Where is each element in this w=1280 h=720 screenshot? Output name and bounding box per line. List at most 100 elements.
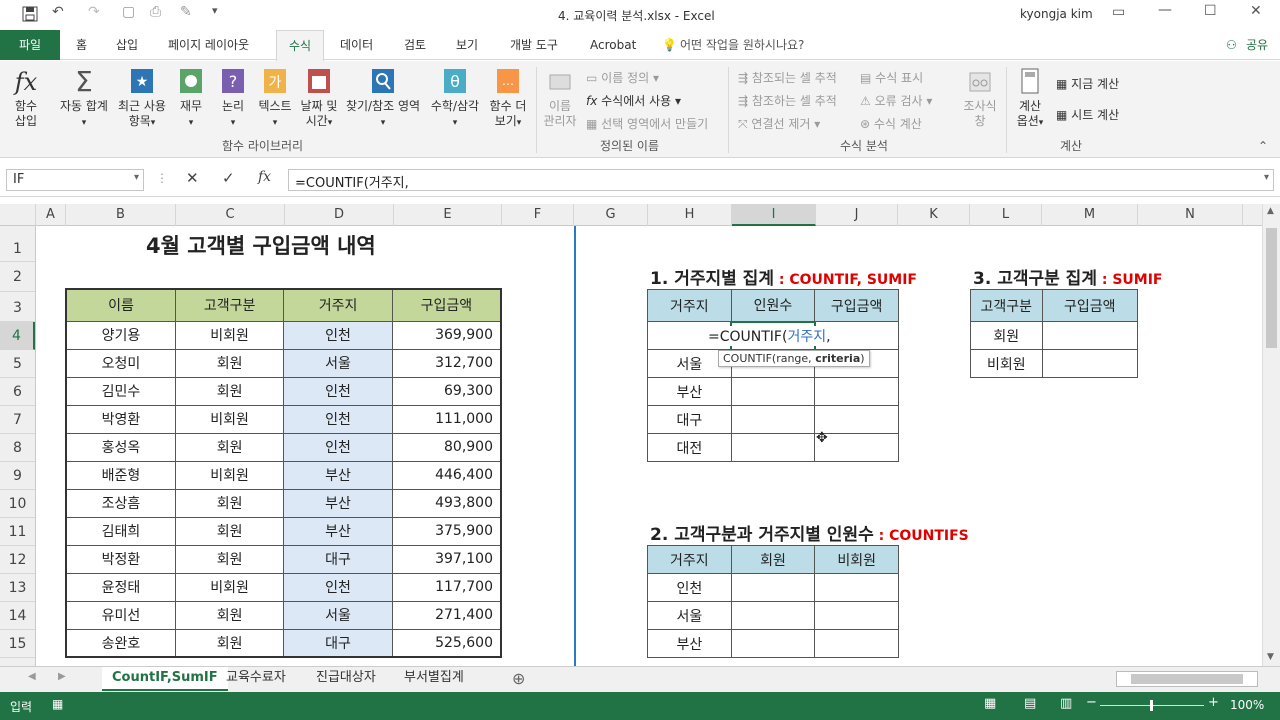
calc-now-button[interactable]: ▦ 지금 계산 xyxy=(1056,75,1119,92)
lookup-button[interactable]: 찾기/참조 영역 ▾ xyxy=(342,67,424,131)
vertical-scrollbar[interactable]: ▲ ▼ xyxy=(1262,204,1280,666)
row-header[interactable]: 4 xyxy=(0,322,35,350)
column-header[interactable]: E xyxy=(394,204,502,226)
save-icon[interactable] xyxy=(22,6,38,26)
table-cell[interactable]: 대전 xyxy=(647,433,732,462)
table-cell[interactable] xyxy=(730,629,816,658)
tab-page-layout[interactable]: 페이지 레이아웃 xyxy=(168,30,249,60)
column-header[interactable]: B xyxy=(66,204,176,226)
column-header[interactable]: K xyxy=(898,204,970,226)
table-cell[interactable]: 부산 xyxy=(283,516,393,546)
calc-options-button[interactable]: 계산 옵션▾ xyxy=(1010,67,1050,131)
evaluate-formula-button[interactable]: ⊛ 수식 계산 xyxy=(860,115,922,132)
table-cell[interactable]: 회원 xyxy=(174,432,285,462)
sheet-tab-department[interactable]: 부서별집계 xyxy=(394,667,474,691)
expand-formula-icon[interactable]: ▾ xyxy=(1264,172,1269,183)
table-cell[interactable]: 대구 xyxy=(283,544,393,574)
calc-sheet-button[interactable]: ▦ 시트 계산 xyxy=(1056,106,1119,123)
row-header[interactable]: 11 xyxy=(0,518,35,546)
table-cell[interactable]: 박영환 xyxy=(65,404,176,434)
column-header[interactable]: M xyxy=(1042,204,1138,226)
table-cell[interactable] xyxy=(730,573,816,602)
maximize-icon[interactable]: ☐ xyxy=(1204,3,1217,19)
tab-insert[interactable]: 삽입 xyxy=(116,30,138,60)
tab-acrobat[interactable]: Acrobat xyxy=(590,30,636,60)
insert-function-button[interactable]: fx 함수 삽입 xyxy=(6,67,46,129)
table-cell[interactable]: 홍성옥 xyxy=(65,432,176,462)
watch-window-button[interactable]: 조사식 창 xyxy=(958,67,1002,129)
chevron-down-icon[interactable]: ▾ xyxy=(134,172,139,183)
sheet-tab-promotion[interactable]: 진급대상자 xyxy=(306,667,386,691)
collapse-ribbon-icon[interactable]: ⌃ xyxy=(1258,139,1268,153)
table-cell[interactable]: 493,800 xyxy=(391,488,502,518)
table-cell[interactable]: 회원 xyxy=(174,348,285,378)
table-cell[interactable]: 인천 xyxy=(647,573,732,602)
edit-icon[interactable]: ✎ xyxy=(180,4,192,20)
formula-input[interactable]: =COUNTIF(거주지, ▾ xyxy=(288,169,1274,191)
table-cell[interactable] xyxy=(814,377,899,406)
close-icon[interactable]: ✕ xyxy=(1250,3,1262,19)
tell-me-box[interactable]: 어떤 작업을 원하시나요? xyxy=(680,30,804,60)
table-cell[interactable] xyxy=(814,573,899,602)
column-header[interactable]: F xyxy=(502,204,574,226)
column-header[interactable]: A xyxy=(36,204,66,226)
column-header[interactable]: L xyxy=(970,204,1042,226)
zoom-out-icon[interactable]: − xyxy=(1086,695,1097,710)
tab-scroll-right-icon[interactable]: ▶ xyxy=(58,671,66,682)
table-cell[interactable] xyxy=(730,433,816,462)
table-cell[interactable]: 인천 xyxy=(283,432,393,462)
table-cell[interactable] xyxy=(814,629,899,658)
table-cell[interactable]: 비회원 xyxy=(970,349,1043,378)
table-cell[interactable]: 111,000 xyxy=(391,404,502,434)
table-cell[interactable]: 조상흠 xyxy=(65,488,176,518)
table-cell[interactable]: 375,900 xyxy=(391,516,502,546)
tab-file[interactable]: 파일 xyxy=(0,30,60,60)
row-header[interactable]: 6 xyxy=(0,378,35,406)
trace-precedents-button[interactable]: ⇶ 참조되는 셀 추적 xyxy=(738,69,837,86)
row-header[interactable]: 7 xyxy=(0,406,35,434)
row-header[interactable]: 13 xyxy=(0,574,35,602)
table-cell[interactable]: 회원 xyxy=(174,376,285,406)
table-cell[interactable]: 회원 xyxy=(970,321,1043,350)
table-cell[interactable]: 서울 xyxy=(283,600,393,630)
more-functions-button[interactable]: … 함수 더 보기▾ xyxy=(486,67,530,131)
autosum-button[interactable]: Σ 자동 합계 ▾ xyxy=(56,67,112,131)
table-cell[interactable] xyxy=(730,377,816,406)
table-cell[interactable]: 회원 xyxy=(174,516,285,546)
table-cell[interactable] xyxy=(1041,321,1139,350)
table-cell[interactable]: 유미선 xyxy=(65,600,176,630)
text-functions-button[interactable]: 가 텍스트 ▾ xyxy=(254,67,296,131)
table-cell[interactable]: 인천 xyxy=(283,376,393,406)
table-cell[interactable]: 446,400 xyxy=(391,460,502,490)
create-from-selection-button[interactable]: ▦ 선택 영역에서 만들기 xyxy=(586,115,708,132)
table-cell[interactable]: 서울 xyxy=(647,601,732,630)
zoom-slider-handle[interactable] xyxy=(1150,700,1153,711)
tab-data[interactable]: 데이터 xyxy=(340,30,373,60)
sheet-tab-countif[interactable]: CountIF,SumIF xyxy=(102,667,228,691)
table-cell[interactable]: 회원 xyxy=(174,628,285,658)
zoom-in-icon[interactable]: + xyxy=(1208,695,1219,710)
table-cell[interactable]: 부산 xyxy=(647,629,732,658)
new-icon[interactable]: ▢ xyxy=(122,4,135,20)
row-header[interactable]: 10 xyxy=(0,490,35,518)
column-header[interactable]: C xyxy=(176,204,285,226)
page-layout-view-icon[interactable]: ▤ xyxy=(1024,696,1036,711)
table-cell[interactable]: 비회원 xyxy=(174,404,285,434)
scroll-up-icon[interactable]: ▲ xyxy=(1267,206,1274,216)
undo-icon[interactable]: ↶ xyxy=(52,4,64,20)
print-preview-icon[interactable]: ⎙ xyxy=(150,4,161,20)
table-cell[interactable]: 회원 xyxy=(174,544,285,574)
cancel-icon[interactable]: ✕ xyxy=(186,169,199,187)
table-cell[interactable]: 김태희 xyxy=(65,516,176,546)
redo-icon[interactable]: ↷ xyxy=(88,4,100,20)
column-header[interactable]: N xyxy=(1138,204,1243,226)
table-cell[interactable]: 부산 xyxy=(283,460,393,490)
table-cell[interactable] xyxy=(730,601,816,630)
function-tooltip[interactable]: COUNTIF(range, criteria) xyxy=(718,350,870,367)
normal-view-icon[interactable]: ▦ xyxy=(984,696,996,711)
row-header[interactable]: 8 xyxy=(0,434,35,462)
column-header[interactable]: I xyxy=(732,204,816,226)
table-cell[interactable]: 김민수 xyxy=(65,376,176,406)
table-cell[interactable]: 양기용 xyxy=(65,320,176,350)
table-cell[interactable]: 69,300 xyxy=(391,376,502,406)
